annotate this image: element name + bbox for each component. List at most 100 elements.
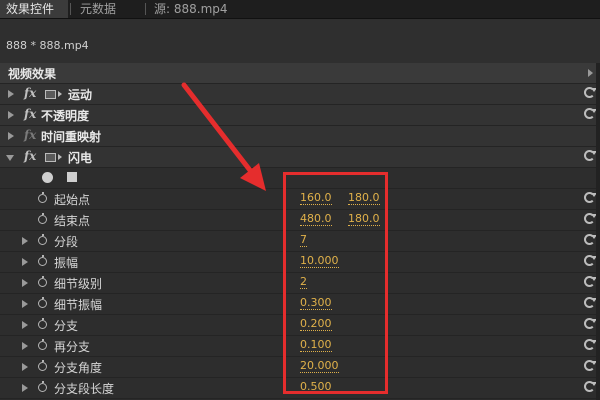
panel-tab-bar: 效果控件× 元数据 源: 888.mp4 — [0, 0, 600, 34]
param-row: 振幅 10.000 — [0, 252, 600, 273]
stopwatch-icon[interactable] — [38, 234, 47, 245]
reset-icon[interactable] — [584, 360, 597, 371]
expand-triangle-icon[interactable] — [22, 342, 28, 350]
param-value[interactable]: 20.000 — [300, 360, 339, 373]
reset-icon[interactable] — [584, 255, 597, 266]
expand-triangle-icon[interactable] — [22, 279, 28, 287]
tab-effect-controls-label: 效果控件 — [6, 2, 55, 16]
clip-icon — [45, 153, 56, 162]
param-row: 分支段长度 0.500 — [0, 378, 600, 399]
effect-row-lightning[interactable]: fx 闪电 — [0, 147, 600, 168]
ellipse-mask-icon[interactable] — [42, 172, 53, 183]
reset-icon[interactable] — [584, 318, 597, 329]
param-label: 分支 — [54, 319, 79, 333]
expand-triangle-icon[interactable] — [8, 132, 14, 140]
param-row: 起始点 160.0 180.0 — [0, 189, 600, 210]
fx-icon[interactable]: fx — [24, 86, 36, 100]
param-value[interactable]: 0.300 — [300, 297, 332, 310]
param-value-x[interactable]: 480.0 — [300, 213, 332, 226]
effect-label-lightning: 闪电 — [68, 151, 93, 165]
expand-triangle-icon[interactable] — [8, 90, 14, 98]
stopwatch-icon[interactable] — [38, 318, 47, 329]
tab-metadata[interactable]: 元数据 — [74, 0, 122, 18]
expand-triangle-icon[interactable] — [22, 363, 28, 371]
param-label: 分支角度 — [54, 361, 103, 375]
tab-effect-controls[interactable]: 效果控件× — [0, 0, 68, 34]
tab-metadata-label: 元数据 — [80, 2, 117, 16]
tab-source[interactable]: 源: 888.mp4 — [148, 0, 234, 18]
param-value[interactable]: 10.000 — [300, 255, 339, 268]
reset-icon[interactable] — [584, 192, 597, 203]
stopwatch-icon[interactable] — [38, 360, 47, 371]
video-effects-header: 视频效果 — [0, 63, 600, 84]
reset-icon[interactable] — [584, 87, 597, 98]
stopwatch-icon[interactable] — [38, 213, 47, 224]
effect-row-motion[interactable]: fx 运动 — [0, 84, 600, 105]
param-label: 起始点 — [54, 193, 91, 207]
param-value[interactable]: 7 — [300, 234, 307, 247]
reset-icon[interactable] — [584, 150, 597, 161]
scrollbar[interactable] — [596, 63, 600, 400]
collapse-triangle-icon[interactable] — [6, 155, 14, 161]
fx-icon[interactable]: fx — [24, 149, 36, 163]
param-label: 振幅 — [54, 256, 79, 270]
play-arrow-icon — [58, 91, 62, 97]
param-row: 细节级别 2 — [0, 273, 600, 294]
rectangle-mask-icon[interactable] — [67, 172, 77, 182]
param-label: 细节级别 — [54, 277, 103, 291]
section-title: 视频效果 — [8, 67, 57, 81]
param-label: 结束点 — [54, 214, 91, 228]
expand-triangle-icon[interactable] — [22, 258, 28, 266]
reset-icon[interactable] — [584, 297, 597, 308]
param-value[interactable]: 0.200 — [300, 318, 332, 331]
param-row: 结束点 480.0 180.0 — [0, 210, 600, 231]
expand-triangle-icon[interactable] — [8, 111, 14, 119]
param-value[interactable]: 0.100 — [300, 339, 332, 352]
param-row: 细节振幅 0.300 — [0, 294, 600, 315]
param-value[interactable]: 0.500 — [300, 381, 332, 394]
param-label: 再分支 — [54, 340, 91, 354]
param-label: 细节振幅 — [54, 298, 103, 312]
scroll-up-icon[interactable] — [588, 69, 593, 77]
param-row: 分支角度 20.000 — [0, 357, 600, 378]
param-value-x[interactable]: 160.0 — [300, 192, 332, 205]
param-value-y[interactable]: 180.0 — [348, 213, 380, 226]
param-label: 分支段长度 — [54, 382, 115, 396]
param-value[interactable]: 2 — [300, 276, 307, 289]
tab-source-label: 源: 888.mp4 — [154, 2, 228, 16]
effect-row-opacity[interactable]: fx 不透明度 — [0, 105, 600, 126]
reset-icon[interactable] — [584, 381, 597, 392]
tab-divider — [70, 3, 71, 15]
mask-tools-row — [0, 168, 600, 189]
clip-icon — [45, 90, 56, 99]
param-row: 分段 7 — [0, 231, 600, 252]
param-row: 分支 0.200 — [0, 315, 600, 336]
fx-icon[interactable]: fx — [24, 107, 36, 121]
effect-row-time-remap[interactable]: fx 时间重映射 — [0, 126, 600, 147]
stopwatch-icon[interactable] — [38, 192, 47, 203]
reset-icon[interactable] — [584, 213, 597, 224]
stopwatch-icon[interactable] — [38, 339, 47, 350]
reset-icon[interactable] — [584, 234, 597, 245]
stopwatch-icon[interactable] — [38, 297, 47, 308]
clip-header: 888 * 888.mp4 — [0, 19, 600, 64]
effect-label-opacity: 不透明度 — [41, 109, 90, 123]
reset-icon[interactable] — [584, 276, 597, 287]
stopwatch-icon[interactable] — [38, 276, 47, 287]
effect-label-time-remap: 时间重映射 — [41, 130, 102, 144]
effect-label-motion: 运动 — [68, 88, 93, 102]
breadcrumb: 888 * 888.mp4 — [6, 39, 89, 52]
reset-icon[interactable] — [584, 108, 597, 119]
expand-triangle-icon[interactable] — [22, 384, 28, 392]
play-arrow-icon — [58, 154, 62, 160]
param-row: 再分支 0.100 — [0, 336, 600, 357]
expand-triangle-icon[interactable] — [22, 300, 28, 308]
tab-divider — [145, 3, 146, 15]
expand-triangle-icon[interactable] — [22, 237, 28, 245]
expand-triangle-icon[interactable] — [22, 321, 28, 329]
stopwatch-icon[interactable] — [38, 255, 47, 266]
fx-icon: fx — [24, 128, 37, 142]
reset-icon[interactable] — [584, 339, 597, 350]
stopwatch-icon[interactable] — [38, 381, 47, 392]
param-value-y[interactable]: 180.0 — [348, 192, 380, 205]
